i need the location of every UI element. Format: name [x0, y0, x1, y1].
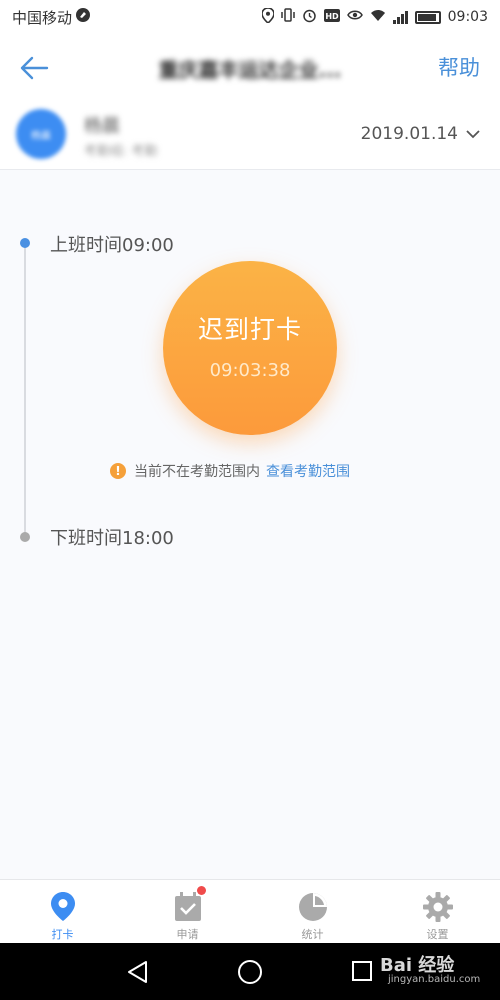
- watermark-url: jingyan.baidu.com: [388, 974, 481, 985]
- pie-chart-icon: [298, 890, 328, 924]
- warning-text: 当前不在考勤范围内: [134, 464, 260, 480]
- work-end-label: 下班时间18:00: [50, 528, 174, 549]
- wifi-icon: [370, 9, 386, 26]
- location-icon: [260, 6, 275, 27]
- vibrate-icon: [280, 8, 295, 26]
- punch-time: 09:03:38: [209, 359, 291, 381]
- timeline-line: [24, 243, 26, 539]
- svg-text:HD: HD: [325, 12, 339, 21]
- chevron-down-icon: [466, 129, 480, 138]
- alarm-icon: [302, 8, 317, 27]
- user-name: 杨晨: [84, 116, 120, 137]
- system-home-button[interactable]: [238, 960, 262, 984]
- work-start-label: 上班时间09:00: [50, 235, 174, 256]
- help-button[interactable]: 帮助: [438, 52, 480, 82]
- back-button[interactable]: [14, 48, 54, 88]
- status-bar-right: HD 09:03: [260, 6, 488, 27]
- avatar: 杨晨: [16, 109, 66, 159]
- tab-label: 设置: [426, 928, 449, 941]
- system-nav-bar: Bai 经验 jingyan.baidu.com: [0, 943, 500, 1000]
- punch-timeline: 上班时间09:00 迟到打卡 09:03:38 ! 当前不在考勤范围内 查看考勤…: [0, 171, 500, 879]
- battery-icon: [414, 10, 441, 24]
- tab-bar: 打卡 申请 统计 设置: [0, 879, 500, 943]
- system-recents-button[interactable]: [352, 961, 372, 981]
- calendar-check-icon: [173, 890, 203, 924]
- status-bar: 中国移动 HD 09:03: [0, 0, 500, 34]
- tab-stats[interactable]: 统计: [250, 880, 375, 943]
- location-warning: ! 当前不在考勤范围内 查看考勤范围: [110, 461, 350, 481]
- signal-icon: [392, 10, 408, 24]
- user-info-row: 杨晨 杨晨 考勤组: 考勤 2019.01.14: [0, 100, 500, 170]
- tab-apply[interactable]: 申请: [125, 880, 250, 943]
- tab-label: 申请: [176, 928, 199, 941]
- nav-bar: 重庆嘉丰运达企业... 帮助: [0, 34, 500, 100]
- tab-settings[interactable]: 设置: [375, 880, 500, 943]
- triangle-back-icon: [128, 961, 147, 983]
- carrier-label: 中国移动: [12, 8, 73, 27]
- arrow-left-icon: [20, 56, 49, 80]
- page-title: 重庆嘉丰运达企业...: [158, 58, 342, 82]
- notification-badge: [197, 886, 206, 895]
- view-range-link[interactable]: 查看考勤范围: [266, 461, 350, 481]
- status-time: 09:03: [447, 9, 488, 25]
- system-back-button[interactable]: [126, 960, 148, 988]
- hd-icon: HD: [323, 8, 340, 26]
- warning-icon: !: [110, 463, 126, 479]
- tab-punch[interactable]: 打卡: [0, 880, 125, 943]
- tab-label: 打卡: [51, 928, 74, 941]
- location-pin-icon: [48, 890, 78, 924]
- date-value: 2019.01.14: [360, 124, 458, 144]
- punch-label: 迟到打卡: [197, 314, 302, 344]
- status-bar-left: 中国移动: [12, 7, 91, 28]
- punch-in-button[interactable]: 迟到打卡 09:03:38: [163, 261, 337, 435]
- eye-icon: [346, 9, 363, 25]
- gear-icon: [422, 890, 453, 924]
- date-selector[interactable]: 2019.01.14: [361, 124, 480, 144]
- attendance-group: 考勤组: 考勤: [84, 144, 158, 159]
- app-notification-icon: [76, 8, 91, 26]
- tab-label: 统计: [301, 928, 324, 941]
- timeline-end-dot: [20, 532, 30, 542]
- timeline-start-dot: [20, 238, 30, 248]
